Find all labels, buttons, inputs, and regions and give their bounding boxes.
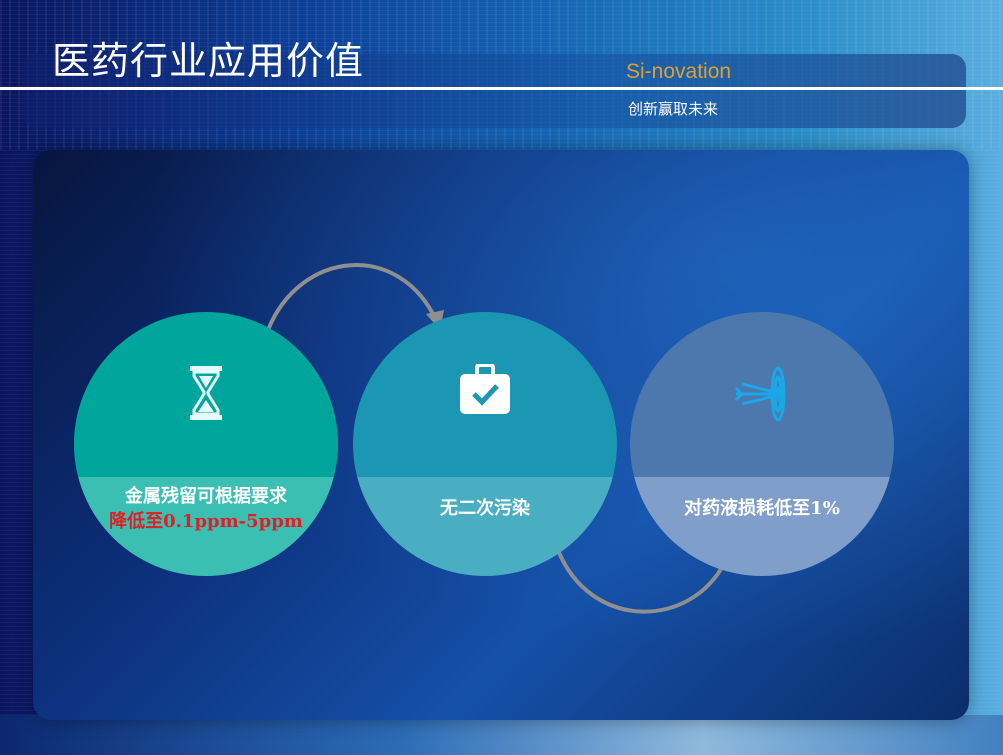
briefcase-check-icon: [458, 363, 512, 420]
value-circle-low-loss: 对药液损耗低至1%: [630, 312, 894, 576]
value-circle-metal-residue: 金属残留可根据要求 降低至0.1ppm-5ppm: [74, 312, 338, 576]
circle-bottom: [353, 477, 617, 576]
caption-line-1: 无二次污染: [440, 498, 530, 519]
brand-slogan: 创新赢取未来: [628, 100, 719, 118]
brand-name: Si-novation: [626, 60, 732, 83]
hourglass-icon: [188, 364, 224, 426]
target-arrows-icon: [732, 364, 792, 428]
circle-caption: 金属残留可根据要求 降低至0.1ppm-5ppm: [74, 484, 338, 534]
title-underline: [0, 87, 1003, 90]
circle-bottom: [630, 477, 894, 576]
page-title: 医药行业应用价值: [52, 39, 365, 83]
caption-line-2-highlight: 降低至0.1ppm-5ppm: [109, 511, 303, 532]
background-bottom-band: [0, 715, 1003, 755]
value-circle-no-pollution: 无二次污染: [353, 312, 617, 576]
caption-line-1: 金属残留可根据要求: [125, 486, 287, 507]
circle-caption: 无二次污染: [353, 496, 617, 521]
caption-line-1: 对药液损耗低至1%: [684, 498, 840, 519]
circle-caption: 对药液损耗低至1%: [630, 496, 894, 521]
